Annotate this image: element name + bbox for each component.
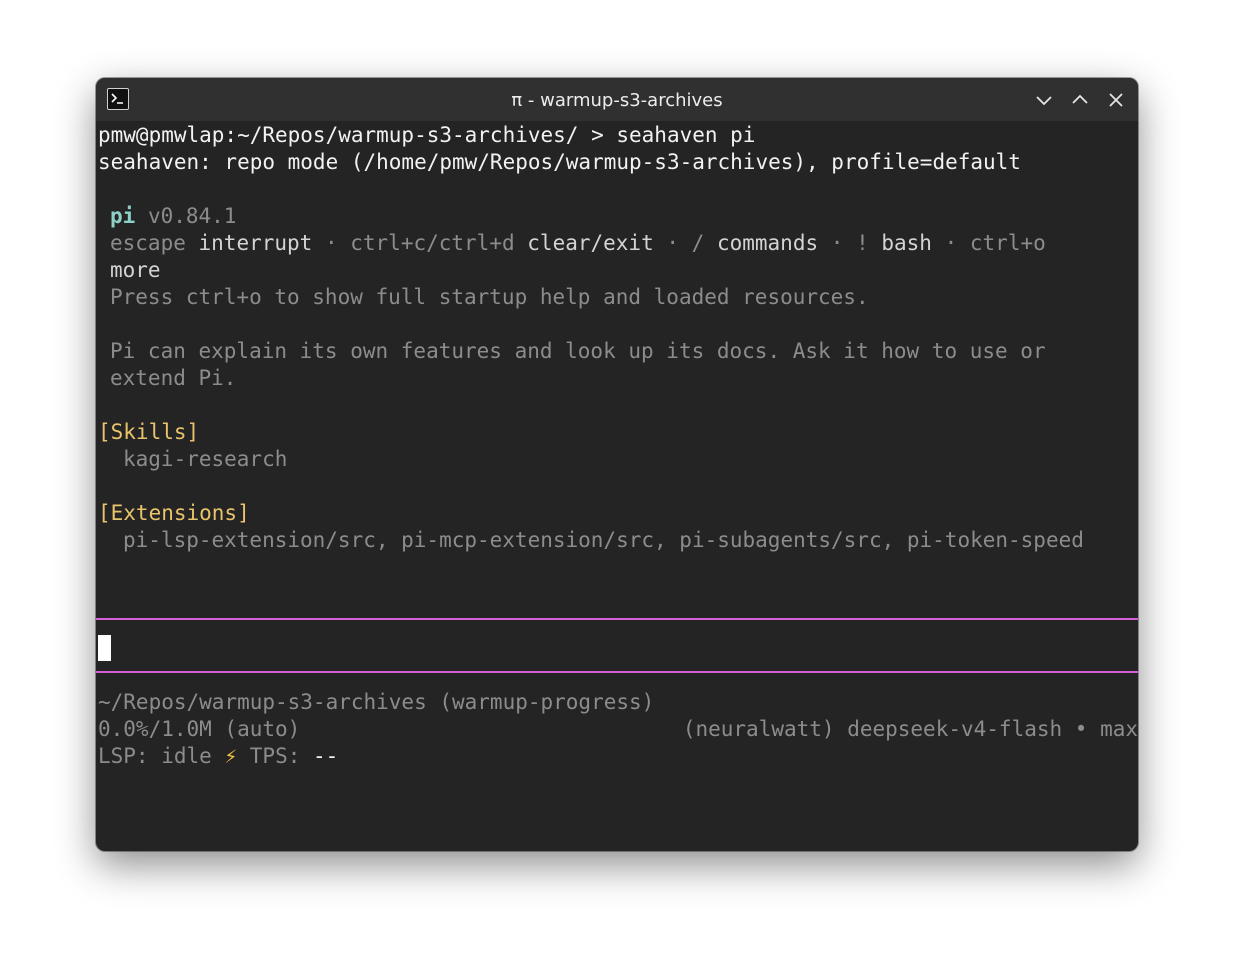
close-button[interactable]: [1104, 88, 1128, 112]
app-name: pi: [110, 204, 136, 228]
startup-help-hint: Press ctrl+o to show full startup help a…: [110, 285, 869, 309]
explain-line-2: extend Pi.: [110, 366, 237, 390]
lsp-label: LSP:: [98, 744, 149, 768]
skills-header: [Skills]: [98, 420, 200, 444]
tps-label: TPS:: [249, 744, 301, 768]
lightning-icon: ⚡: [224, 744, 238, 768]
key-ctrl-o: ctrl+o: [969, 231, 1046, 255]
input-cursor[interactable]: [98, 635, 111, 661]
keybindings-line: escape interrupt · ctrl+c/ctrl+d clear/e…: [110, 230, 1046, 257]
separator-dot: ·: [312, 231, 351, 255]
skill-item: kagi-research: [123, 447, 288, 471]
close-icon: [1109, 93, 1123, 107]
lsp-state: idle: [161, 744, 212, 768]
status-model: (neuralwatt) deepseek-v4-flash • max: [682, 717, 1138, 741]
chevron-down-icon: [1036, 96, 1052, 106]
mode-line: seahaven: repo mode (/home/pmw/Repos/war…: [98, 150, 1021, 174]
separator-dot: ·: [931, 231, 970, 255]
extensions-list: pi-lsp-extension/src, pi-mcp-extension/s…: [123, 528, 1084, 552]
chevron-up-icon: [1072, 94, 1088, 104]
key-slash: /: [691, 231, 705, 255]
status-path: ~/Repos/warmup-s3-archives (warmup-progr…: [98, 690, 655, 714]
title-bar[interactable]: π - warmup-s3-archives: [96, 78, 1138, 121]
maximize-button[interactable]: [1068, 88, 1092, 112]
action-interrupt: interrupt: [198, 231, 313, 255]
separator-dot: ·: [818, 231, 857, 255]
key-bang: !: [856, 231, 869, 255]
app-version: v0.84.1: [147, 204, 237, 228]
action-more: more: [110, 258, 161, 282]
key-ctrl-c: ctrl+c/ctrl+d: [350, 231, 515, 255]
input-separator-bottom: [96, 671, 1138, 673]
terminal-content[interactable]: pmw@pmwlap:~/Repos/warmup-s3-archives/ >…: [96, 121, 1138, 851]
key-escape: escape: [110, 231, 186, 255]
extensions-header: [Extensions]: [98, 501, 250, 525]
tps-value: --: [313, 744, 339, 768]
status-context: 0.0%/1.0M (auto): [98, 717, 301, 741]
terminal-window: π - warmup-s3-archives pmw@pmwlap:~/Repo…: [96, 78, 1138, 851]
separator-dot: ·: [653, 231, 692, 255]
status-lsp-line: LSP: idle ⚡ TPS: --: [98, 743, 338, 770]
explain-line-1: Pi can explain its own features and look…: [110, 339, 1046, 363]
input-separator-top: [96, 618, 1138, 620]
window-title: π - warmup-s3-archives: [511, 90, 723, 111]
app-header-line: pi v0.84.1: [110, 203, 236, 230]
action-clear-exit: clear/exit: [527, 231, 654, 255]
action-bash: bash: [881, 231, 932, 255]
minimize-button[interactable]: [1032, 88, 1056, 112]
action-commands: commands: [716, 231, 819, 255]
shell-prompt-line: pmw@pmwlap:~/Repos/warmup-s3-archives/ >…: [98, 123, 756, 147]
